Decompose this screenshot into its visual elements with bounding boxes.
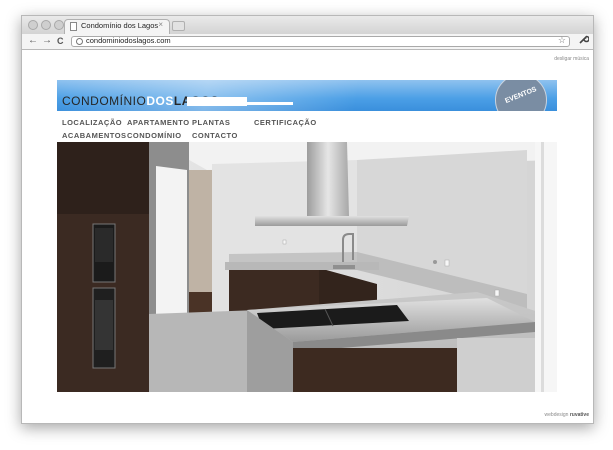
browser-tab[interactable]: Condomínio dos Lagos ×: [64, 19, 170, 34]
globe-icon: [76, 38, 83, 45]
bookmark-star-icon[interactable]: ☆: [558, 35, 566, 46]
wrench-icon[interactable]: [578, 34, 590, 48]
title-bar: Condomínio dos Lagos ×: [22, 16, 593, 34]
nav-localizacao[interactable]: LOCALIZAÇÃO: [62, 118, 122, 127]
logo-bars: [187, 97, 293, 106]
kitchen-photo: [57, 142, 557, 392]
credits-studio-link[interactable]: ruvative: [570, 412, 589, 418]
nav-plantas[interactable]: PLANTAS: [192, 118, 230, 127]
close-window-button[interactable]: [28, 20, 38, 30]
music-toggle-link[interactable]: desligar música: [554, 56, 589, 62]
nav-condominio[interactable]: CONDOMÍNIO: [127, 131, 182, 140]
url-text[interactable]: condominiodoslagos.com: [86, 36, 171, 45]
logo-text-condominio: CONDOMÍNIO: [62, 94, 147, 108]
new-tab-button[interactable]: [172, 21, 185, 31]
nav-certificacao[interactable]: CERTIFICAÇÃO: [254, 118, 317, 127]
eventos-badge[interactable]: EVENTOS: [495, 80, 547, 111]
zoom-window-button[interactable]: [54, 20, 64, 30]
forward-icon[interactable]: →: [42, 35, 52, 47]
nav-contacto[interactable]: CONTACTO: [192, 131, 238, 140]
tab-title: Condomínio dos Lagos: [81, 21, 159, 30]
site-header-banner: CONDOMÍNIODOSLAGOS EVENTOS: [57, 80, 557, 111]
page-icon: [70, 22, 77, 31]
credits-label: webdesign: [544, 412, 569, 418]
minimize-window-button[interactable]: [41, 20, 51, 30]
browser-toolbar: ← → C condominiodoslagos.com ☆: [22, 34, 593, 50]
logo-text-dos: DOS: [146, 94, 174, 108]
web-page: desligar música CONDOMÍNIODOSLAGOS EVENT…: [22, 50, 593, 423]
address-bar[interactable]: condominiodoslagos.com ☆: [71, 35, 570, 47]
browser-window: Condomínio dos Lagos × ← → C condominiod…: [21, 15, 594, 424]
back-icon[interactable]: ←: [28, 35, 38, 47]
eventos-label: EVENTOS: [504, 86, 538, 105]
close-tab-icon[interactable]: ×: [158, 20, 163, 29]
nav-apartamento[interactable]: APARTAMENTO: [127, 118, 190, 127]
credits: webdesign ruvative: [545, 412, 589, 418]
reload-icon[interactable]: C: [57, 35, 64, 47]
nav-acabamentos[interactable]: ACABAMENTOS: [62, 131, 127, 140]
